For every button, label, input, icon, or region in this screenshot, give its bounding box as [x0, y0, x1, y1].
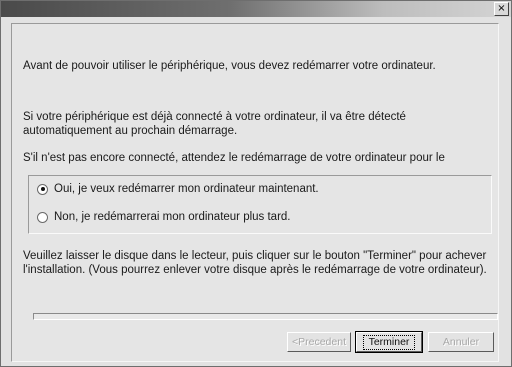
restart-now-label[interactable]: Oui, je veux redémarrer mon ordinateur m… — [54, 183, 319, 195]
restart-later-label[interactable]: Non, je redémarrerai mon ordinateur plus… — [54, 211, 291, 223]
setup-dialog: × Avant de pouvoir utiliser le périphéri… — [0, 0, 512, 367]
not-connected-note: S'il n'est pas encore connecté, attendez… — [23, 152, 445, 164]
cancel-button-label: Annuler — [442, 336, 480, 348]
instructions-text: Veuillez laisser le disque dans le lecte… — [23, 250, 487, 276]
title-bar[interactable]: × — [1, 1, 511, 17]
restart-later-radio[interactable] — [37, 211, 48, 223]
close-icon[interactable]: × — [494, 2, 509, 16]
restart-now-radio[interactable] — [37, 183, 48, 195]
restart-now-option[interactable]: Oui, je veux redémarrer mon ordinateur m… — [37, 182, 319, 196]
finish-button-label: Terminer — [362, 335, 416, 350]
connected-note: Si votre périphérique est déjà connecté … — [23, 111, 406, 137]
previous-button[interactable]: <Precedent — [287, 332, 351, 352]
intro-text: Avant de pouvoir utiliser le périphériqu… — [23, 60, 436, 72]
previous-button-label: <Precedent — [292, 336, 346, 348]
restart-later-option[interactable]: Non, je redémarrerai mon ordinateur plus… — [37, 210, 291, 224]
finish-button[interactable]: Terminer — [355, 331, 423, 353]
cancel-button[interactable]: Annuler — [428, 332, 494, 352]
progress-bar — [33, 313, 498, 320]
